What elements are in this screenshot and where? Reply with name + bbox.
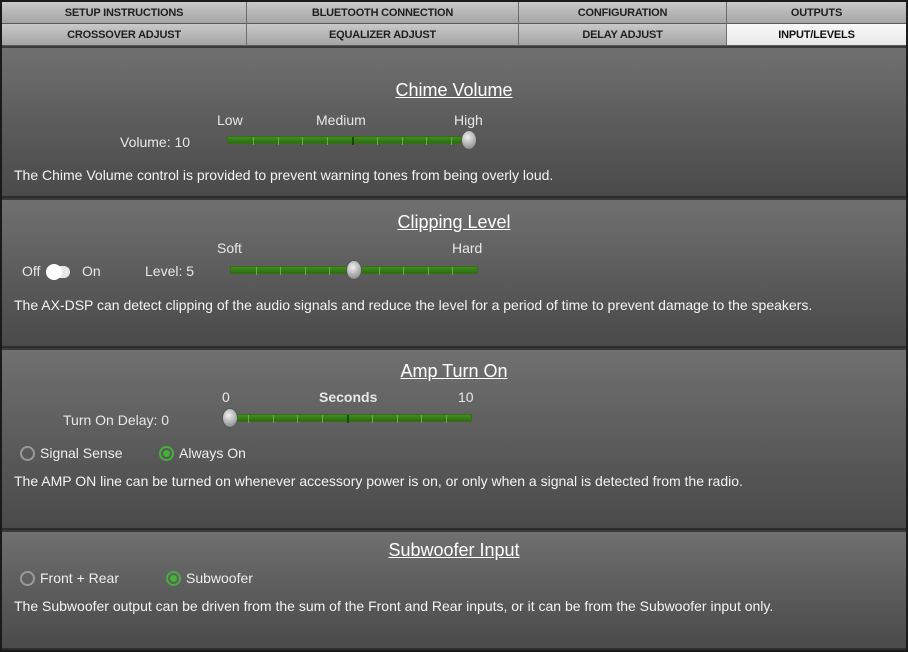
front-rear-radio-dot xyxy=(20,570,35,586)
slider-tick xyxy=(255,267,257,275)
amp-turn-on-description: The AMP ON line can be turned on wheneve… xyxy=(14,473,743,489)
amp-turn-on-section: Amp Turn On 0 Seconds 10 Turn On Delay: … xyxy=(2,350,906,530)
chime-volume-slider[interactable] xyxy=(227,130,477,150)
subwoofer-input-description: The Subwoofer output can be driven from … xyxy=(14,598,774,614)
slider-tick xyxy=(247,415,249,423)
tab-setup-instructions[interactable]: SETUP INSTRUCTIONS xyxy=(2,2,247,24)
signal-sense-radio-dot xyxy=(20,445,35,461)
slider-tick xyxy=(280,267,282,275)
tab-equalizer-adjust[interactable]: EQUALIZER ADJUST xyxy=(247,24,519,46)
chime-volume-description: The Chime Volume control is provided to … xyxy=(14,167,554,183)
slider-tick xyxy=(297,415,299,423)
amp-delay-readout: Turn On Delay: 0 xyxy=(63,412,170,428)
chime-low-label: Low xyxy=(217,112,243,128)
clipping-level-title: Clipping Level xyxy=(397,212,511,232)
tab-row-1: SETUP INSTRUCTIONS BLUETOOTH CONNECTION … xyxy=(2,2,906,24)
slider-tick xyxy=(426,137,428,145)
slider-tick xyxy=(322,415,324,423)
slider-tick xyxy=(403,267,405,275)
clipping-soft-label: Soft xyxy=(217,240,242,256)
clipping-level-section: Clipping Level Soft Hard Off On Level: 5… xyxy=(2,200,906,348)
always-on-radio-dot xyxy=(159,445,174,461)
chime-volume-title: Chime Volume xyxy=(395,80,513,100)
slider-tick xyxy=(401,137,403,145)
chime-medium-label: Medium xyxy=(316,112,366,128)
amp-turn-on-title: Amp Turn On xyxy=(400,361,508,381)
signal-sense-radio[interactable]: Signal Sense xyxy=(20,445,123,461)
slider-tick xyxy=(329,267,331,275)
clipping-level-slider[interactable] xyxy=(230,260,478,280)
app-frame: SETUP INSTRUCTIONS BLUETOOTH CONNECTION … xyxy=(0,0,908,652)
amp-seconds-label: Seconds xyxy=(319,389,378,405)
clipping-toggle-switch[interactable] xyxy=(46,264,70,280)
tab-bar: SETUP INSTRUCTIONS BLUETOOTH CONNECTION … xyxy=(2,2,906,46)
slider-tick xyxy=(371,415,373,423)
slider-thumb[interactable] xyxy=(461,130,477,150)
chime-volume-section: Chime Volume Low Medium High Volume: 10 … xyxy=(2,48,906,198)
clipping-hard-label: Hard xyxy=(452,240,483,256)
clipping-level-description: The AX-DSP can detect clipping of the au… xyxy=(14,297,813,313)
slider-thumb[interactable] xyxy=(346,260,362,280)
subwoofer-label: Subwoofer xyxy=(186,570,253,586)
slider-tick xyxy=(302,137,304,145)
tab-crossover-adjust[interactable]: CROSSOVER ADJUST xyxy=(2,24,247,46)
slider-tick xyxy=(352,137,354,145)
subwoofer-radio[interactable]: Subwoofer xyxy=(166,570,253,586)
toggle-knob xyxy=(46,264,62,280)
slider-tick xyxy=(252,137,254,145)
tab-delay-adjust[interactable]: DELAY ADJUST xyxy=(519,24,727,46)
slider-tick xyxy=(272,415,274,423)
tab-input-levels[interactable]: INPUT/LEVELS xyxy=(727,24,906,46)
slider-tick xyxy=(396,415,398,423)
clipping-level-readout: Level: 5 xyxy=(145,263,195,279)
front-rear-label: Front + Rear xyxy=(40,570,119,586)
slider-tick xyxy=(277,137,279,145)
amp-max-label: 10 xyxy=(458,389,474,405)
slider-tick xyxy=(452,267,454,275)
chime-volume-readout: Volume: 10 xyxy=(120,134,191,150)
tab-outputs[interactable]: OUTPUTS xyxy=(727,2,906,24)
slider-track[interactable] xyxy=(222,414,472,423)
slider-tick xyxy=(421,415,423,423)
tab-bluetooth-connection[interactable]: BLUETOOTH CONNECTION xyxy=(247,2,519,24)
always-on-radio[interactable]: Always On xyxy=(159,445,246,461)
slider-tick xyxy=(347,415,349,423)
amp-delay-slider[interactable] xyxy=(222,408,472,428)
signal-sense-label: Signal Sense xyxy=(40,445,123,461)
subwoofer-input-title: Subwoofer Input xyxy=(388,540,520,560)
slider-tick xyxy=(304,267,306,275)
tab-configuration[interactable]: CONFIGURATION xyxy=(519,2,727,24)
slider-tick xyxy=(446,415,448,423)
subwoofer-radio-dot xyxy=(166,570,181,586)
slider-thumb[interactable] xyxy=(222,408,238,428)
slider-track[interactable] xyxy=(227,136,477,145)
tab-row-2: CROSSOVER ADJUST EQUALIZER ADJUST DELAY … xyxy=(2,24,906,46)
amp-min-label: 0 xyxy=(222,389,230,405)
clipping-on-label: On xyxy=(82,263,101,279)
slider-tick xyxy=(427,267,429,275)
clipping-off-label: Off xyxy=(22,263,41,279)
slider-tick xyxy=(327,137,329,145)
front-rear-radio[interactable]: Front + Rear xyxy=(20,570,119,586)
subwoofer-input-section: Subwoofer Input Front + Rear Subwoofer T… xyxy=(2,532,906,650)
slider-tick xyxy=(451,137,453,145)
always-on-label: Always On xyxy=(179,445,246,461)
chime-high-label: High xyxy=(454,112,483,128)
slider-tick xyxy=(376,137,378,145)
slider-tick xyxy=(378,267,380,275)
